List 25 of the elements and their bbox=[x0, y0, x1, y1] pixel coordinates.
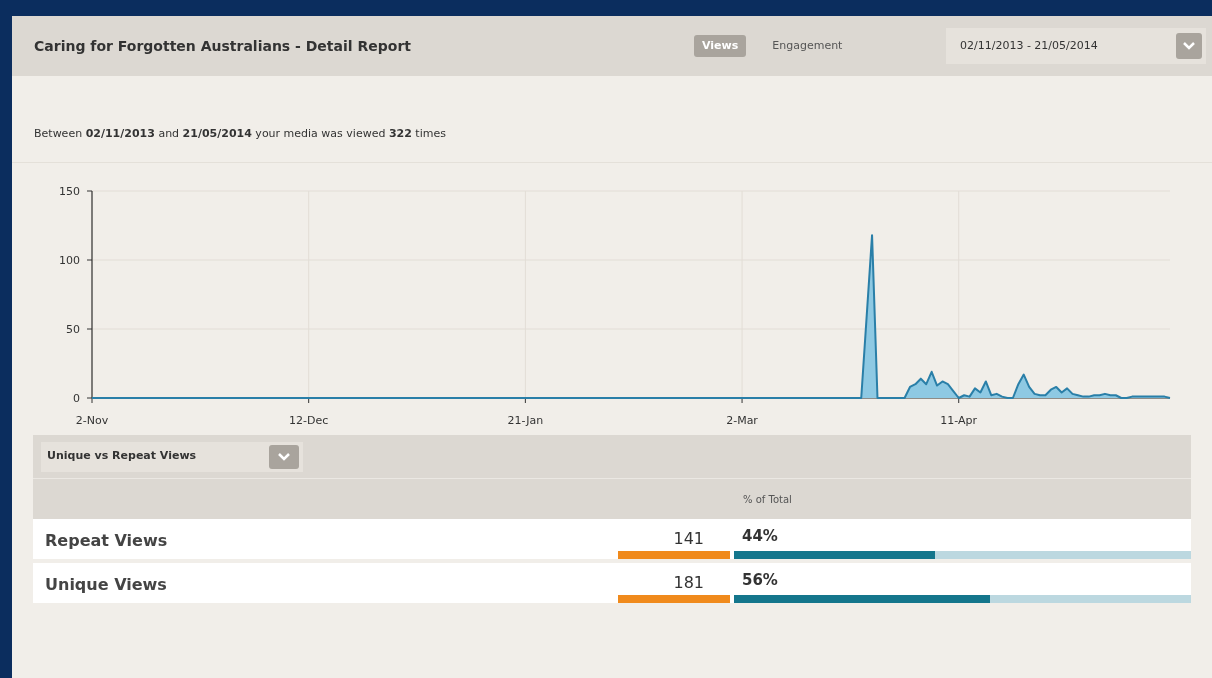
axis-tick-label: 11-Apr bbox=[940, 414, 978, 427]
chevron-down-icon bbox=[278, 452, 290, 461]
dropdown-button[interactable] bbox=[269, 444, 299, 469]
report-title: Caring for Forgotten Australians - Detail Report bbox=[34, 36, 412, 56]
axis-tick-label: 0 bbox=[73, 392, 80, 405]
row-count: 181 bbox=[672, 572, 705, 594]
axis-tick-label: 150 bbox=[59, 185, 80, 198]
row-label: Unique Views bbox=[44, 574, 168, 596]
summary-text: Between 02/11/2013 and 21/05/2014 your media was viewed 322 times bbox=[34, 127, 446, 140]
row-count: 141 bbox=[672, 528, 705, 550]
axis-tick-label: 12-Dec bbox=[289, 414, 329, 427]
row-percent: 44% bbox=[741, 526, 779, 547]
row-label: Repeat Views bbox=[44, 530, 169, 552]
column-header: % of Total bbox=[743, 492, 792, 507]
axis-tick-label: 21-Jan bbox=[507, 414, 544, 427]
row-percent: 56% bbox=[741, 570, 779, 591]
axis-tick-label: 2-Nov bbox=[75, 414, 109, 427]
date-range-dropdown[interactable]: 02/11/2013 - 21/05/2014 bbox=[946, 28, 1206, 64]
view-tab[interactable]: Engagement bbox=[766, 34, 849, 58]
axis-tick-label: 100 bbox=[59, 254, 80, 267]
chevron-down-icon bbox=[1183, 42, 1195, 50]
breakdown-selector[interactable]: Unique vs Repeat Views bbox=[41, 441, 303, 472]
axis-tick-label: 50 bbox=[66, 323, 80, 336]
axis-tick-label: 2-Mar bbox=[726, 414, 758, 427]
dropdown-button[interactable] bbox=[1176, 33, 1202, 59]
